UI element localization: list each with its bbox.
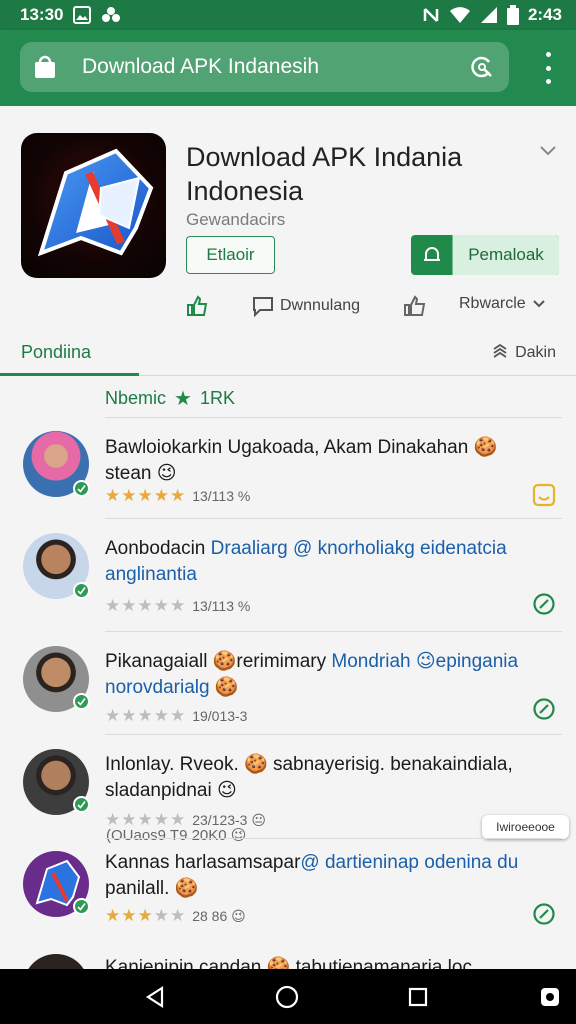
search-refresh-icon[interactable] (469, 54, 495, 80)
download-action-label: Dwnnulang (280, 297, 361, 314)
cloud-icon (102, 7, 121, 22)
review-text: Pikanagaiall 🍪rerimimary Mondriah 😉eping… (105, 651, 519, 698)
review-date: 19/013-3 (192, 708, 248, 724)
url-bar[interactable]: Download APK Indanesih (20, 42, 509, 92)
edit-circle-icon[interactable] (532, 902, 556, 926)
review-date: 28 86 😉 (192, 907, 246, 924)
verified-badge-icon (73, 480, 90, 497)
outline-button[interactable]: Etlaoir (186, 236, 275, 274)
tab-sort-label: Dakin (515, 344, 556, 361)
tab-bar: Pondiina Dakin (0, 332, 576, 376)
edit-circle-icon[interactable] (532, 697, 556, 721)
review-date: 13/113 % (192, 488, 251, 504)
app-logo[interactable] (21, 133, 166, 278)
chevron-down-small-icon (532, 300, 545, 308)
chevron-down-icon[interactable] (538, 144, 558, 158)
system-nav-bar (0, 969, 576, 1024)
review-text: Inlonlay. Rveok. 🍪 sabnayerisig. benakai… (105, 754, 513, 801)
developer-name[interactable]: Gewandacirs (186, 210, 285, 230)
app-title: Download APK Indania Indonesia (186, 142, 463, 206)
review-stars: ★★★★★ (105, 486, 187, 505)
status-clock: 2:43 (527, 5, 562, 24)
bag-icon (35, 55, 55, 78)
divider (105, 734, 562, 735)
review-meta: ★★★★★ 19/013-3 (105, 706, 247, 726)
url-title: Download APK Indanesih (82, 55, 319, 78)
verified-badge-icon (73, 693, 90, 710)
battery-icon (506, 5, 519, 25)
review-stars: ★★★★★ (105, 906, 187, 925)
rating-count: 1RK (199, 388, 235, 408)
tooltip: Iwiroeeooe (482, 815, 569, 839)
divider (105, 417, 562, 418)
image-icon (73, 6, 92, 24)
thumbs-up-icon (187, 295, 208, 316)
edit-circle-icon[interactable] (532, 592, 556, 616)
action-row: Dwnnulang Rbwarcle (0, 291, 576, 323)
download-action[interactable]: Dwnnulang (252, 295, 360, 317)
review-text: Kannas harlasamsapar@ dartieninap odenin… (105, 852, 519, 899)
wifi-icon (449, 7, 470, 23)
status-time: 13:30 (20, 5, 64, 24)
tab-sort[interactable]: Dakin (491, 344, 556, 362)
app-header: Download APK Indania Indonesia Gewandaci… (0, 106, 576, 376)
signal-icon (480, 7, 497, 23)
status-bar: 13:30 2:43 (0, 0, 576, 30)
review-stars: ★★★★★ (105, 596, 187, 615)
more-action[interactable]: Rbwarcle (459, 295, 546, 313)
verified-badge-icon (73, 898, 90, 915)
nfc-icon (423, 8, 439, 22)
sort-icon (493, 344, 507, 358)
browser-toolbar: Download APK Indanesih (0, 30, 576, 106)
thumbs-up-outline-icon (404, 295, 426, 316)
divider (105, 838, 562, 839)
review-stars: ★★★★★ (105, 706, 187, 725)
divider (105, 631, 562, 632)
verified-badge-icon (73, 582, 90, 599)
install-button[interactable]: Pemaloak (411, 235, 559, 275)
like-action[interactable] (186, 295, 208, 317)
rating-summary: Nbemic ★ 1RK (105, 386, 235, 411)
recents-icon[interactable] (404, 983, 432, 1011)
review-meta: ★★★★★ 28 86 😉 (105, 906, 246, 926)
review-date: 13/113 % (192, 598, 251, 614)
emoji-icon[interactable] (532, 483, 556, 507)
verified-badge-icon (73, 796, 90, 813)
divider (105, 518, 562, 519)
install-button-label: Pemaloak (453, 235, 559, 275)
more-vert-icon[interactable] (538, 52, 558, 84)
screenshot-icon[interactable] (536, 983, 564, 1011)
review-text: Aonbodacin Draaliarg @ knorholiakg eiden… (105, 538, 507, 585)
rating-label: Nbemic (105, 388, 167, 408)
review-meta: ★★★★★ 13/113 % (105, 486, 250, 506)
bell-icon (423, 247, 440, 261)
chat-icon (253, 297, 273, 317)
star-icon: ★ (174, 388, 192, 410)
back-icon[interactable] (141, 983, 169, 1011)
tab-reviews[interactable]: Pondiina (0, 332, 139, 376)
review-meta: ★★★★★ 13/113 % (105, 596, 250, 616)
more-action-label: Rbwarcle (459, 295, 526, 312)
share-action[interactable] (403, 295, 427, 317)
review-text: Bawloiokarkin Ugakoada, Akam Dinakahan 🍪… (105, 437, 498, 484)
review-meta-secondary: (OUaos9 T9 20K0 😉 (106, 827, 247, 844)
home-icon[interactable] (273, 983, 301, 1011)
